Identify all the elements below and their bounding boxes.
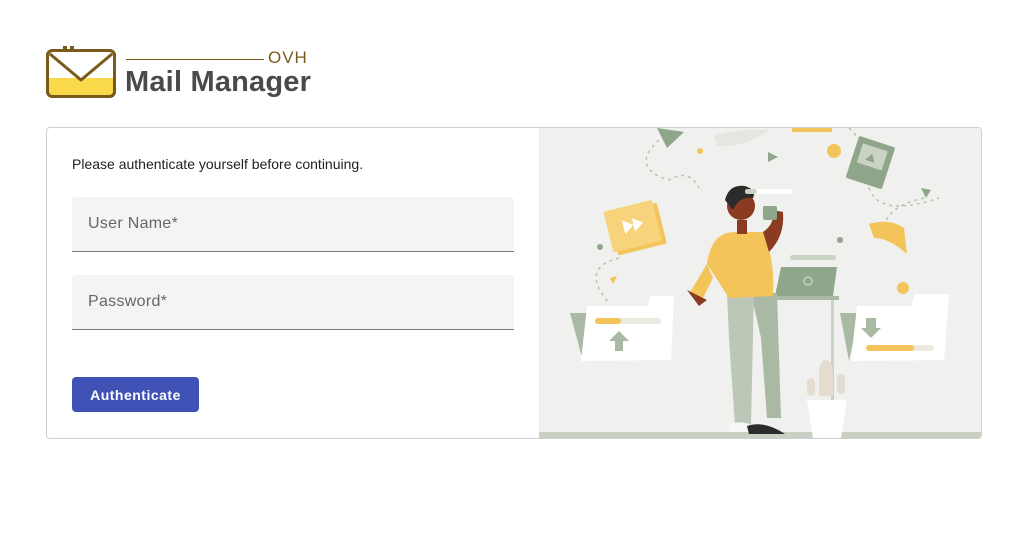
brand-title: Mail Manager [125, 66, 312, 98]
username-field[interactable] [72, 197, 514, 252]
password-field[interactable] [72, 275, 514, 330]
brand-header: OVH Mail Manager [46, 44, 346, 104]
password-input[interactable] [72, 275, 514, 329]
login-card: Please authenticate yourself before cont… [46, 127, 982, 439]
login-illustration [539, 128, 981, 438]
envelope-icon [46, 46, 116, 98]
brand-divider [126, 59, 264, 60]
brand-subtitle: OVH [268, 48, 308, 67]
login-form: Please authenticate yourself before cont… [47, 128, 539, 438]
authenticate-button[interactable]: Authenticate [72, 377, 199, 412]
username-input[interactable] [72, 197, 514, 251]
login-intro-text: Please authenticate yourself before cont… [72, 156, 364, 172]
